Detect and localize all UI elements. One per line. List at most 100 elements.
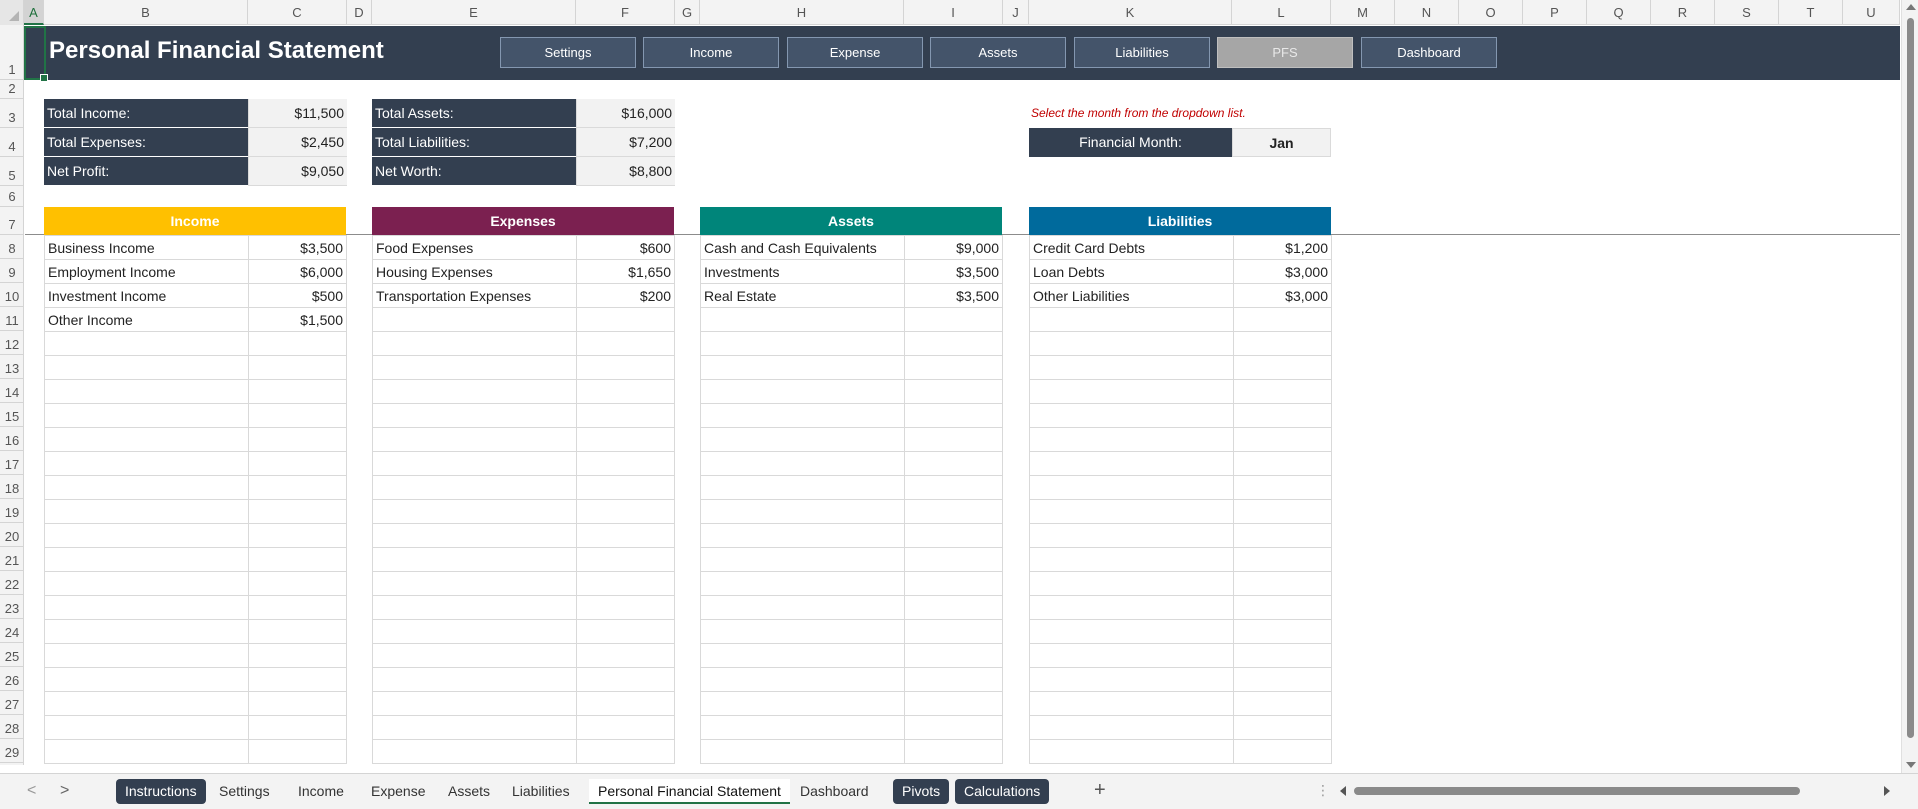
add-sheet-icon[interactable]: +	[1094, 779, 1106, 802]
sheet-tab-calculations[interactable]: Calculations	[955, 779, 1050, 804]
row-header-18[interactable]: 18	[0, 475, 24, 499]
sheet-tab-liabilities[interactable]: Liabilities	[503, 779, 579, 804]
item-value-cell[interactable]	[576, 547, 675, 572]
item-value-cell[interactable]	[904, 355, 1003, 380]
item-value-cell[interactable]	[248, 475, 347, 500]
item-label-cell[interactable]: Investments	[700, 259, 905, 284]
item-label-cell[interactable]	[44, 523, 249, 548]
row-header-5[interactable]: 5	[0, 157, 24, 186]
row-header-15[interactable]: 15	[0, 403, 24, 427]
item-label-cell[interactable]	[1029, 739, 1234, 764]
sheet-tab-income[interactable]: Income	[289, 779, 353, 804]
item-label-cell[interactable]	[700, 307, 905, 332]
column-header-c[interactable]: C	[248, 0, 347, 25]
row-header-8[interactable]: 8	[0, 235, 24, 259]
item-value-cell[interactable]	[248, 547, 347, 572]
item-label-cell[interactable]	[700, 355, 905, 380]
item-label-cell[interactable]	[700, 523, 905, 548]
item-label-cell[interactable]	[372, 379, 577, 404]
item-value-cell[interactable]: $9,000	[904, 235, 1003, 260]
item-value-cell[interactable]	[1233, 379, 1332, 404]
item-label-cell[interactable]	[44, 691, 249, 716]
item-value-cell[interactable]	[904, 403, 1003, 428]
item-label-cell[interactable]	[44, 667, 249, 692]
row-header-29[interactable]: 29	[0, 739, 24, 763]
item-value-cell[interactable]	[904, 715, 1003, 740]
item-value-cell[interactable]	[576, 331, 675, 356]
item-label-cell[interactable]	[1029, 355, 1234, 380]
item-value-cell[interactable]	[576, 619, 675, 644]
item-label-cell[interactable]	[700, 403, 905, 428]
item-value-cell[interactable]	[1233, 571, 1332, 596]
item-value-cell[interactable]	[248, 619, 347, 644]
item-label-cell[interactable]	[700, 667, 905, 692]
column-header-m[interactable]: M	[1331, 0, 1395, 25]
column-header-f[interactable]: F	[576, 0, 675, 25]
row-header-7[interactable]: 7	[0, 207, 24, 235]
item-label-cell[interactable]: Cash and Cash Equivalents	[700, 235, 905, 260]
item-value-cell[interactable]: $3,500	[248, 235, 347, 260]
item-label-cell[interactable]	[372, 571, 577, 596]
row-header-24[interactable]: 24	[0, 619, 24, 643]
item-label-cell[interactable]	[372, 643, 577, 668]
row-header-14[interactable]: 14	[0, 379, 24, 403]
item-value-cell[interactable]	[1233, 427, 1332, 452]
item-label-cell[interactable]	[44, 379, 249, 404]
sheet-tab-instructions[interactable]: Instructions	[116, 779, 206, 804]
item-label-cell[interactable]	[1029, 403, 1234, 428]
column-header-o[interactable]: O	[1459, 0, 1523, 25]
item-value-cell[interactable]	[1233, 619, 1332, 644]
item-value-cell[interactable]	[248, 667, 347, 692]
item-label-cell[interactable]	[372, 403, 577, 428]
item-value-cell[interactable]	[1233, 691, 1332, 716]
item-value-cell[interactable]	[576, 355, 675, 380]
item-label-cell[interactable]	[44, 499, 249, 524]
item-value-cell[interactable]	[1233, 499, 1332, 524]
item-value-cell[interactable]	[576, 451, 675, 476]
row-header-25[interactable]: 25	[0, 643, 24, 667]
item-value-cell[interactable]	[1233, 451, 1332, 476]
item-value-cell[interactable]	[904, 475, 1003, 500]
item-label-cell[interactable]	[44, 547, 249, 572]
item-value-cell[interactable]	[1233, 331, 1332, 356]
row-header-6[interactable]: 6	[0, 186, 24, 207]
item-label-cell[interactable]	[1029, 595, 1234, 620]
item-label-cell[interactable]: Other Income	[44, 307, 249, 332]
nav-button-settings[interactable]: Settings	[500, 37, 636, 68]
column-header-k[interactable]: K	[1029, 0, 1232, 25]
column-header-t[interactable]: T	[1779, 0, 1843, 25]
item-value-cell[interactable]	[248, 523, 347, 548]
item-label-cell[interactable]	[44, 739, 249, 764]
item-label-cell[interactable]	[372, 691, 577, 716]
row-header-19[interactable]: 19	[0, 499, 24, 523]
row-header-16[interactable]: 16	[0, 427, 24, 451]
item-value-cell[interactable]: $600	[576, 235, 675, 260]
scroll-up-icon[interactable]	[1906, 4, 1916, 10]
item-value-cell[interactable]	[576, 475, 675, 500]
item-value-cell[interactable]: $3,000	[1233, 283, 1332, 308]
item-label-cell[interactable]	[372, 667, 577, 692]
item-label-cell[interactable]: Business Income	[44, 235, 249, 260]
item-label-cell[interactable]	[1029, 331, 1234, 356]
item-label-cell[interactable]: Loan Debts	[1029, 259, 1234, 284]
nav-button-income[interactable]: Income	[643, 37, 779, 68]
item-value-cell[interactable]	[576, 307, 675, 332]
item-label-cell[interactable]	[1029, 307, 1234, 332]
item-label-cell[interactable]	[1029, 427, 1234, 452]
column-header-d[interactable]: D	[347, 0, 372, 25]
item-value-cell[interactable]	[904, 547, 1003, 572]
item-value-cell[interactable]	[1233, 475, 1332, 500]
item-value-cell[interactable]: $1,500	[248, 307, 347, 332]
item-label-cell[interactable]	[44, 427, 249, 452]
row-header-1[interactable]: 1	[0, 26, 24, 80]
row-header-4[interactable]: 4	[0, 128, 24, 157]
column-header-a[interactable]: A	[24, 0, 44, 25]
item-label-cell[interactable]	[372, 499, 577, 524]
item-value-cell[interactable]: $1,650	[576, 259, 675, 284]
row-header-3[interactable]: 3	[0, 99, 24, 128]
item-value-cell[interactable]	[576, 523, 675, 548]
item-label-cell[interactable]	[372, 307, 577, 332]
item-label-cell[interactable]	[1029, 547, 1234, 572]
column-header-s[interactable]: S	[1715, 0, 1779, 25]
item-value-cell[interactable]	[576, 379, 675, 404]
